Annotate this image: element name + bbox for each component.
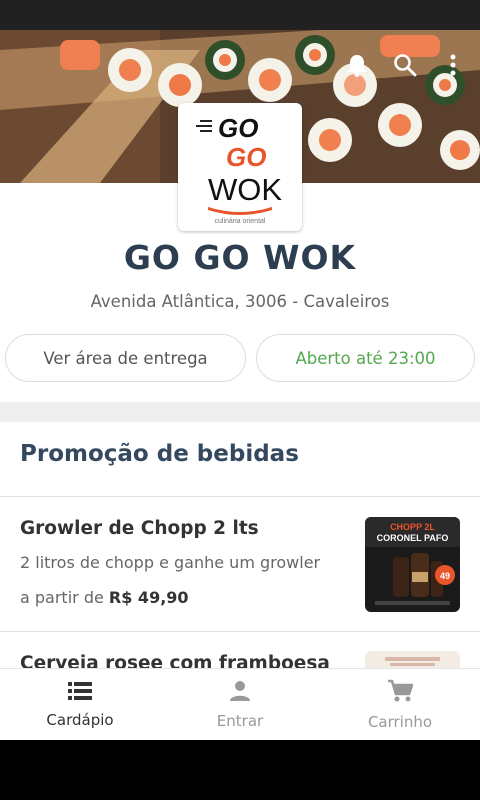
section-separator <box>0 402 480 422</box>
store-logo: GO GO WOK culinária oriental <box>178 103 302 231</box>
logo-text-go-2: GO <box>226 142 266 172</box>
cart-icon <box>387 679 414 707</box>
nav-label: Carrinho <box>367 712 433 731</box>
open-status-button[interactable]: Aberto até 23:00 <box>256 334 475 382</box>
item-price: R$ 49,90 <box>108 588 189 607</box>
logo-tagline: culinária oriental <box>215 218 266 225</box>
thumb-badge: 49 <box>440 571 450 581</box>
nav-cardapio[interactable]: Cardápio <box>0 669 160 740</box>
search-icon[interactable] <box>390 50 420 80</box>
status-bar <box>0 0 480 30</box>
item-name: Growler de Chopp 2 lts <box>20 518 259 539</box>
person-icon <box>229 680 251 706</box>
thumb-line1: CHOPP 2L <box>390 522 435 532</box>
nav-carrinho[interactable]: Carrinho <box>320 669 480 740</box>
more-vert-icon[interactable] <box>438 50 468 80</box>
bell-icon[interactable] <box>342 50 372 80</box>
item-description: 2 litros de chopp e ganhe um growler <box>20 553 321 572</box>
delivery-area-button[interactable]: Ver área de entrega <box>5 334 246 382</box>
store-name: GO GO WOK <box>123 238 357 277</box>
item-thumbnail: CHOPP 2L CORONEL PAFO 49 <box>365 517 460 612</box>
nav-label: Cardápio <box>46 710 114 729</box>
item-price-row: a partir de R$ 49,90 <box>20 588 189 607</box>
bottom-navigation: Cardápio Entrar Carrinho <box>0 668 480 740</box>
price-prefix: a partir de <box>20 588 104 607</box>
app-screen: GO GO WOK culinária oriental GO GO WOK A… <box>0 30 480 740</box>
logo-text-wok: WOK <box>208 172 282 207</box>
thumb-line2: CORONEL PAFO <box>377 533 449 543</box>
logo-text-go-1: GO <box>218 113 258 143</box>
divider <box>0 496 480 497</box>
section-title: Promoção de bebidas <box>20 441 299 467</box>
nav-entrar[interactable]: Entrar <box>160 669 320 740</box>
divider <box>0 631 480 632</box>
nav-label: Entrar <box>216 711 264 730</box>
store-address: Avenida Atlântica, 3006 - Cavaleiros <box>90 292 390 311</box>
list-icon <box>68 681 92 705</box>
